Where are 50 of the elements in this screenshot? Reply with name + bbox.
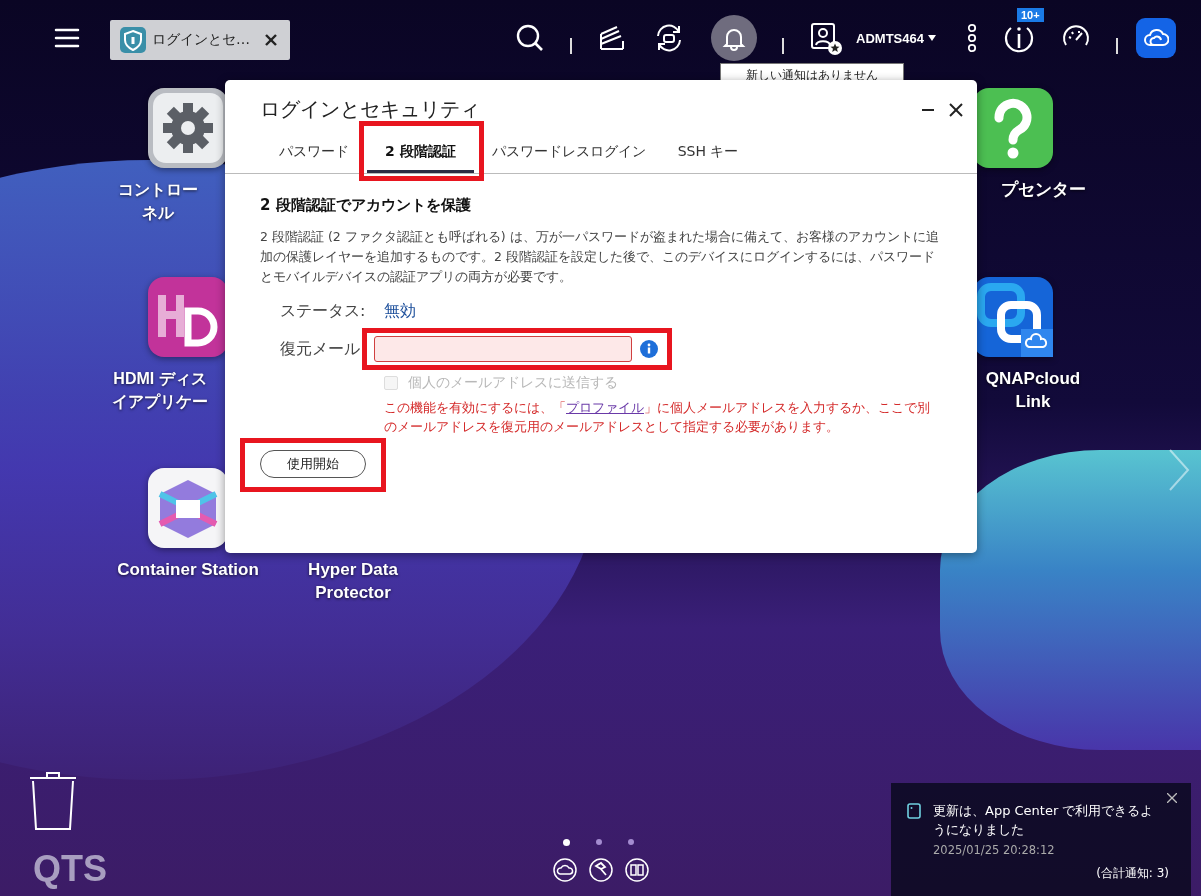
notification-button[interactable]: [711, 15, 758, 61]
notification-time: 2025/01/25 20:28:12: [933, 843, 1056, 857]
trash-icon[interactable]: [28, 770, 78, 832]
tab-label: ログインとセ…: [152, 31, 250, 49]
checkbox-label: 個人のメールアドレスに送信する: [408, 374, 618, 392]
status-label: ステータス:: [280, 301, 367, 322]
app-label[interactable]: Container Station: [117, 558, 259, 581]
close-icon[interactable]: [949, 102, 963, 117]
cloud-button[interactable]: [1136, 18, 1176, 58]
app-icon[interactable]: [148, 88, 228, 168]
tab[interactable]: パスワード: [265, 137, 363, 170]
device-icon: [907, 803, 921, 819]
app-tab[interactable]: ログインとセ…: [110, 20, 290, 60]
close-icon[interactable]: [264, 33, 278, 47]
qts-logo: QTS: [33, 848, 107, 890]
email-label: 復元メール: [280, 338, 361, 360]
start-button[interactable]: 使用開始: [260, 450, 366, 478]
app-label[interactable]: Hyper Data Protector: [308, 558, 398, 604]
user-menu[interactable]: ADMTS464: [856, 30, 924, 46]
status-value: 無効: [384, 301, 416, 322]
app-icon[interactable]: [148, 468, 228, 548]
notification-message: 更新は、App Center で利用できるようになりました: [933, 802, 1155, 839]
count-badge: 10+: [1017, 8, 1044, 22]
more-icon[interactable]: [967, 23, 977, 53]
app-label[interactable]: QNAPcloud Link: [985, 367, 1081, 413]
tab[interactable]: パスワードレスログイン: [477, 137, 660, 170]
app-label[interactable]: HDMI ディス イアプリケー: [112, 367, 208, 413]
dialog-title: ログインとセキュリティ: [260, 96, 481, 123]
menu-icon[interactable]: [54, 27, 80, 49]
description-text: 2 段階認証 (2 ファクタ認証とも呼ばれる) は、万が一パスワードが盗まれた場合に備えて、お客様のアカウントに追加の保護レイヤーを追加するものです。2 段階認証を設定した後で、このデバイスにログインするには、パスワードとモバイルデバイスの認証アプリの両方が必要です。: [260, 228, 940, 286]
page-dot[interactable]: [596, 839, 602, 845]
user-icon[interactable]: [809, 21, 844, 55]
app-label[interactable]: プセンター: [1000, 178, 1086, 201]
page-dot[interactable]: [563, 839, 570, 846]
chevron-right-icon[interactable]: [1167, 448, 1191, 492]
cloud-icon[interactable]: [553, 858, 577, 882]
section-heading: 2 段階認証でアカウントを保護: [260, 196, 472, 215]
tab[interactable]: 2 段階認証: [367, 137, 474, 173]
book-icon[interactable]: [625, 858, 649, 882]
caret-icon[interactable]: [928, 35, 936, 41]
app-icon[interactable]: [148, 277, 228, 357]
notification-count: (合計通知: 3): [1095, 865, 1170, 882]
shield-icon: [120, 27, 146, 53]
email-field[interactable]: [374, 336, 632, 362]
profile-link[interactable]: プロファイル: [566, 400, 644, 415]
warning-text: この機能を有効にするには、「プロファイル」に個人メールアドレスを入力するか、ここで別のメールアドレスを復元用のメールアドレスとして指定する必要があります。: [384, 399, 931, 436]
tab[interactable]: SSH キー: [663, 137, 753, 170]
page-dot[interactable]: [628, 839, 634, 845]
app-label[interactable]: コントロー ネル: [118, 178, 198, 224]
close-icon[interactable]: [1167, 793, 1177, 803]
